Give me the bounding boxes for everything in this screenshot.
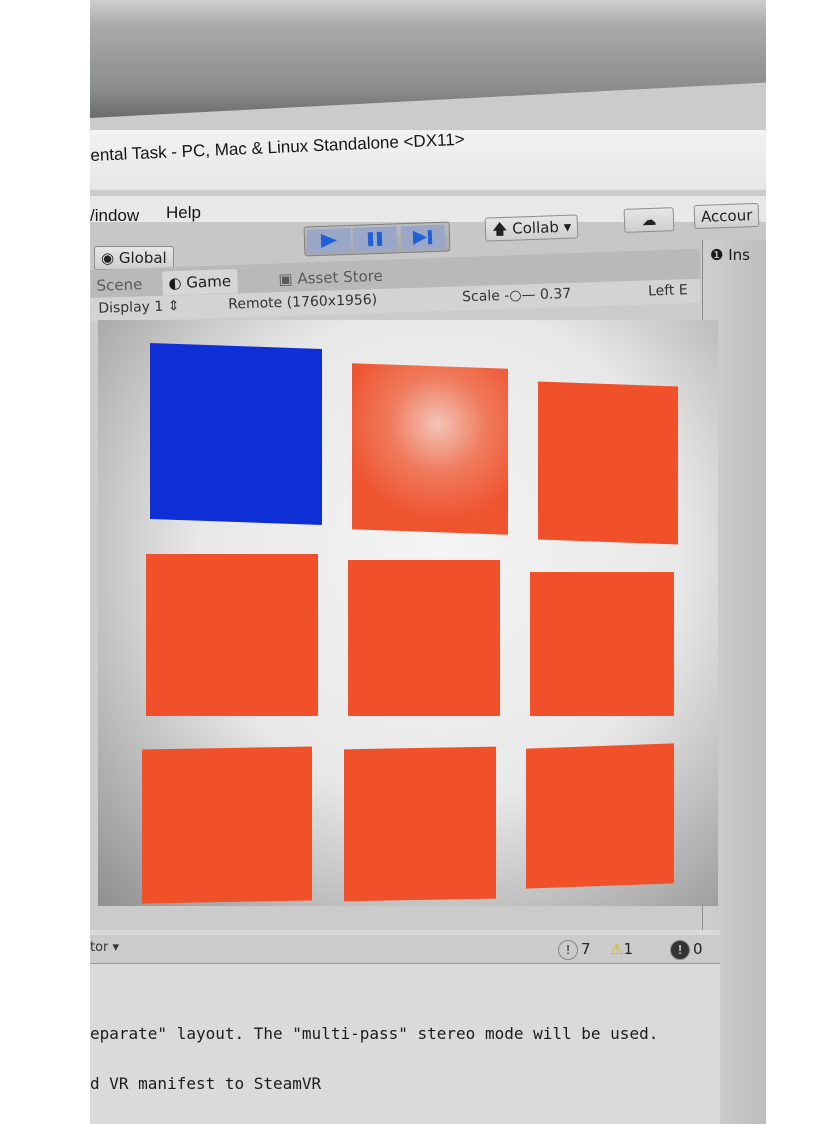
scale-label: Scale — [461, 288, 501, 306]
grid-tile-highlighted[interactable] — [352, 363, 508, 535]
play-controls — [303, 221, 451, 257]
cloud-button[interactable]: ☁ — [623, 207, 675, 233]
display-dropdown[interactable]: Display 1 ⇕ — [98, 298, 180, 317]
warning-count: 1 — [623, 940, 633, 958]
console-message[interactable]: d VR manifest to SteamVR — [90, 1074, 321, 1093]
info-icon: ! — [558, 939, 578, 960]
inspector-tab-label: Ins — [728, 246, 750, 264]
log-count: 7 — [581, 940, 591, 958]
tab-scene[interactable]: Scene — [90, 272, 149, 298]
error-icon: ! — [670, 939, 690, 960]
tab-asset-store-label: Asset Store — [297, 266, 384, 288]
info-icon: ❶ — [710, 246, 724, 264]
tab-scene-label: Scene — [96, 275, 143, 295]
play-button[interactable] — [306, 227, 352, 254]
play-icon — [320, 233, 338, 248]
warning-count-toggle[interactable]: ⚠1 — [610, 938, 633, 960]
console-tab[interactable]: tor ▾ — [90, 940, 119, 955]
grid-tile[interactable] — [526, 743, 674, 889]
display-label: Display 1 — [98, 298, 164, 317]
collab-label: Collab — [511, 218, 560, 238]
scale-value: 0.37 — [539, 285, 572, 303]
scale-slider[interactable]: Scale -○— 0.37 — [462, 286, 571, 305]
resolution-dropdown[interactable]: Remote (1760x1956) — [228, 292, 377, 313]
grid-tile-selected[interactable] — [150, 342, 322, 526]
store-icon: ▣ — [278, 269, 293, 289]
step-button[interactable] — [400, 224, 446, 251]
tab-game[interactable]: ◐ Game — [162, 268, 238, 296]
collab-button[interactable]: 🡅 Collab ▾ — [484, 214, 579, 242]
pause-button[interactable] — [352, 226, 398, 252]
console-tab-label: tor — [90, 940, 109, 955]
tab-game-label: Game — [186, 272, 232, 292]
account-button[interactable]: Accour — [693, 202, 760, 230]
error-count-toggle[interactable]: ! 0 — [670, 938, 703, 960]
tab-asset-store[interactable]: ▣ Asset Store — [272, 264, 389, 292]
tab-inspector[interactable]: ❶ Ins — [710, 246, 750, 264]
step-icon — [412, 230, 433, 245]
game-icon: ◐ — [168, 273, 182, 293]
globe-icon: ◉ — [101, 249, 115, 267]
warning-icon: ⚠ — [610, 940, 624, 958]
menu-help[interactable]: Help — [166, 203, 201, 223]
eye-label: Left E — [647, 282, 688, 300]
photo-frame: ental Task - PC, Mac & Linux Standalone … — [90, 0, 766, 1124]
game-viewport[interactable] — [98, 320, 718, 906]
grid-tile[interactable] — [538, 381, 678, 545]
global-label: Global — [118, 249, 167, 267]
cloud-upload-icon: 🡅 — [491, 219, 508, 239]
log-count-toggle[interactable]: ! 7 — [558, 938, 591, 960]
grid-tile[interactable] — [146, 554, 318, 716]
eye-dropdown[interactable]: Left E — [648, 282, 688, 299]
pivot-global-toggle[interactable]: ◉ Global — [94, 246, 174, 270]
grid-tile[interactable] — [344, 746, 496, 902]
pause-icon — [367, 231, 383, 247]
account-label: Accour — [700, 206, 753, 226]
grid-tile[interactable] — [530, 572, 674, 716]
chevron-down-icon: ▾ — [563, 217, 572, 236]
error-count: 0 — [693, 940, 703, 958]
grid-tile[interactable] — [142, 746, 312, 904]
grid-tile[interactable] — [348, 560, 500, 716]
chevron-updown-icon: ⇕ — [167, 298, 180, 315]
chevron-down-icon: ▾ — [112, 940, 120, 955]
slider-track-icon: -○— — [504, 286, 541, 304]
resolution-label: Remote (1760x1956) — [228, 291, 378, 313]
console-message[interactable]: eparate" layout. The "multi-pass" stereo… — [90, 1024, 658, 1043]
cloud-icon: ☁ — [641, 210, 657, 230]
